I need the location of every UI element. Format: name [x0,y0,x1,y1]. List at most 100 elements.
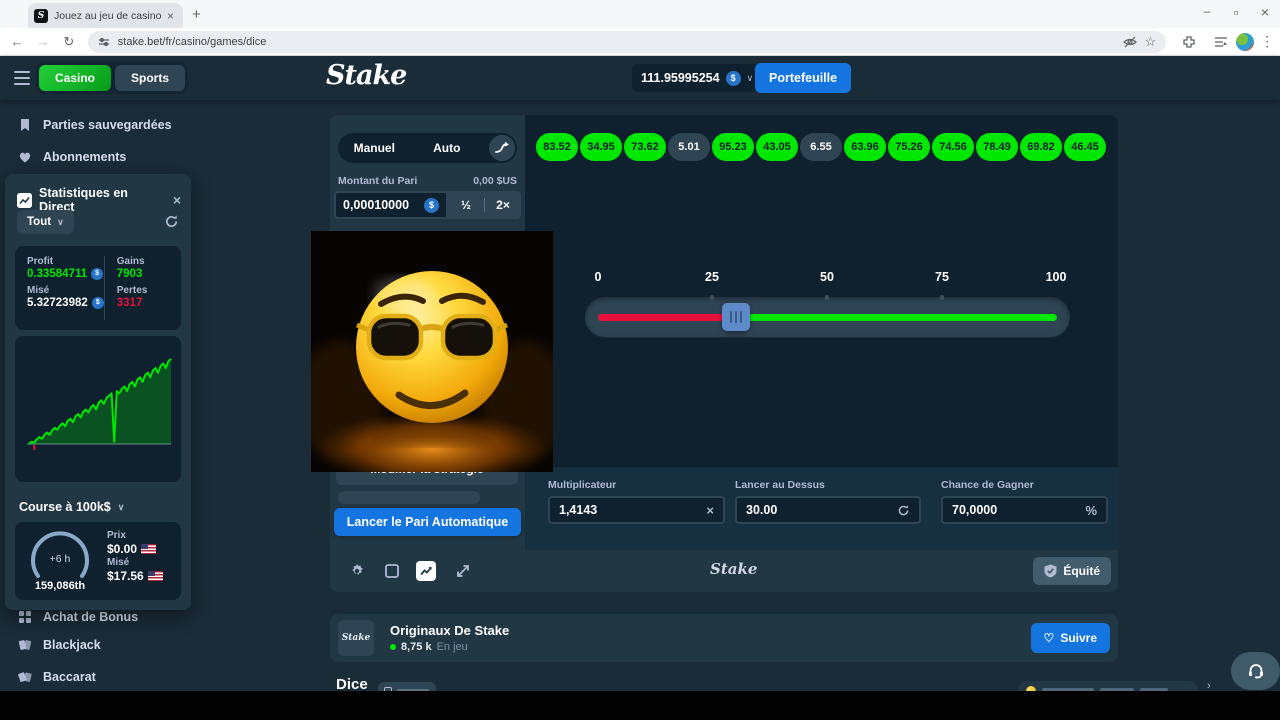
hamburger-menu-icon[interactable] [14,71,30,85]
result-pill[interactable]: 75.26 [888,133,930,161]
follow-button[interactable]: ♡ Suivre [1030,623,1110,653]
start-autobet-button[interactable]: Lancer le Pari Automatique [334,508,521,536]
live-stats-panel: Statistiques en Direct × Tout ∨ Profit 0… [5,174,191,610]
casino-tab[interactable]: Casino [39,65,112,91]
wagered-label: Misé [27,285,50,296]
url-text[interactable]: stake.bet/fr/casino/games/dice [118,36,1115,48]
support-chat-button[interactable] [1231,652,1280,690]
result-pill[interactable]: 6.55 [800,133,842,161]
race-time-left: +6 h [49,553,71,565]
dice-slider-zone: 0 25 50 75 100 [585,270,1070,360]
slider-red-segment [598,314,736,321]
new-tab-button[interactable]: + [192,6,201,23]
chevron-down-icon[interactable]: ∨ [747,73,754,84]
window-close-button[interactable]: × [1255,4,1275,20]
race-wagered-value: $17.56 [107,569,144,583]
game-fields-strip: Multiplicateur 1,4143 × Lancer au Dessus… [525,467,1118,550]
tab-auto[interactable]: Auto [411,141,484,155]
percent-icon: % [1085,502,1097,518]
browser-tab[interactable]: S Jouez au jeu de casino en ligne × [28,3,183,28]
browser-menu-icon[interactable]: ⋮ [1254,33,1280,50]
double-bet-button[interactable]: 2× [485,198,521,212]
multiplier-value[interactable]: 1,4143 [559,503,706,517]
tick-label-75: 75 [935,270,949,284]
result-pill[interactable]: 73.62 [624,133,666,161]
roll-over-value[interactable]: 30.00 [746,503,897,517]
slider-handle[interactable] [721,303,750,331]
window-maximize-button[interactable]: ▫ [1226,4,1246,20]
result-pill[interactable]: 34.95 [580,133,622,161]
stats-filter-dropdown[interactable]: Tout ∨ [17,210,74,234]
tab-manual[interactable]: Manuel [338,141,411,155]
race-section-header[interactable]: Course à 100k$ ∨ [19,500,124,514]
live-stats-toggle-icon[interactable] [416,561,436,581]
online-label: En jeu [436,641,468,653]
expand-icon[interactable] [455,563,471,579]
bet-input-value[interactable]: 0,00010000 [343,198,420,212]
bookmark-star-icon[interactable]: ☆ [1145,34,1157,50]
sidebar-item-label: Blackjack [43,638,101,652]
half-bet-button[interactable]: ½ [448,198,484,212]
sidebar-item-baccarat[interactable]: Baccarat [18,670,96,684]
sidebar-item-subscriptions[interactable]: Abonnements [18,150,126,164]
profile-avatar[interactable] [1236,32,1255,51]
window-minimize-button[interactable]: – [1197,4,1217,18]
multiplier-input[interactable]: 1,4143 × [548,496,725,524]
fairness-button[interactable]: Équité [1033,557,1111,585]
stake-logo[interactable]: Stake [326,60,407,91]
stake-watermark-logo: Stake [710,560,758,578]
result-pill[interactable]: 74.56 [932,133,974,161]
usd-coin-icon: $ [91,268,104,280]
site-settings-icon[interactable] [98,36,110,48]
win-chance-value[interactable]: 70,0000 [952,503,1085,517]
prize-label: Prix [107,530,126,541]
swap-refresh-icon[interactable] [897,504,910,517]
tick-label-50: 50 [820,270,834,284]
address-bar[interactable]: stake.bet/fr/casino/games/dice ☆ [87,30,1167,53]
hotkeys-square-icon[interactable] [384,563,400,579]
bonus-grid-icon [19,611,31,623]
close-icon[interactable]: × [173,192,181,208]
result-pill[interactable]: 5.01 [668,133,710,161]
settings-gear-icon[interactable] [349,563,365,579]
win-chance-input[interactable]: 70,0000 % [941,496,1108,524]
tab-list-icon[interactable] [1214,36,1228,48]
balance-value: 111.95995254 [641,71,720,85]
result-pill[interactable]: 63.96 [844,133,886,161]
result-pill[interactable]: 83.52 [536,133,578,161]
result-pill[interactable]: 95.23 [712,133,754,161]
race-card: +6 h 159,086th Prix $0.00 Misé $17.56 [15,522,181,600]
strategy-shortcut-icon[interactable] [489,135,515,161]
collapsed-setting-strip[interactable] [338,491,480,504]
stake-originals-card: Stake Originaux De Stake 8,75 k En jeu ♡… [330,614,1118,662]
prize-value: $0.00 [107,542,138,556]
result-pill[interactable]: 43.05 [756,133,798,161]
extensions-icon[interactable] [1182,35,1196,49]
sidebar-item-bonus-buy[interactable]: Achat de Bonus [18,610,138,624]
roll-over-input[interactable]: 30.00 [735,496,921,524]
headset-icon [1248,664,1263,679]
sidebar-item-saved-games[interactable]: Parties sauvegardées [18,118,172,132]
slider-track[interactable] [598,303,1057,331]
profit-chart-card [15,336,181,482]
result-pill[interactable]: 78.49 [976,133,1018,161]
sidebar-item-label: Parties sauvegardées [43,118,172,132]
eye-off-icon[interactable] [1122,35,1137,49]
result-pill[interactable]: 69.82 [1020,133,1062,161]
sidebar-item-blackjack[interactable]: Blackjack [18,638,101,652]
forward-icon[interactable]: → [30,34,56,49]
multiplier-label: Multiplicateur [548,479,617,491]
stake-tile-logo[interactable]: Stake [338,620,374,656]
bet-amount-input[interactable]: 0,00010000 $ [334,191,448,219]
game-footer-bar: Stake Équité [330,550,1118,592]
sports-tab[interactable]: Sports [115,65,186,91]
tab-close-icon[interactable]: × [167,9,177,23]
result-pill[interactable]: 46.45 [1064,133,1106,161]
usd-coin-icon: $ [725,70,741,86]
wallet-button[interactable]: Portefeuille [755,63,852,93]
reload-icon[interactable]: ↻ [56,34,82,50]
balance-display[interactable]: 111.95995254 $ ∨ [632,64,763,92]
back-icon[interactable]: ← [4,34,30,49]
stake-favicon: S [34,8,48,23]
refresh-icon[interactable] [164,214,179,229]
